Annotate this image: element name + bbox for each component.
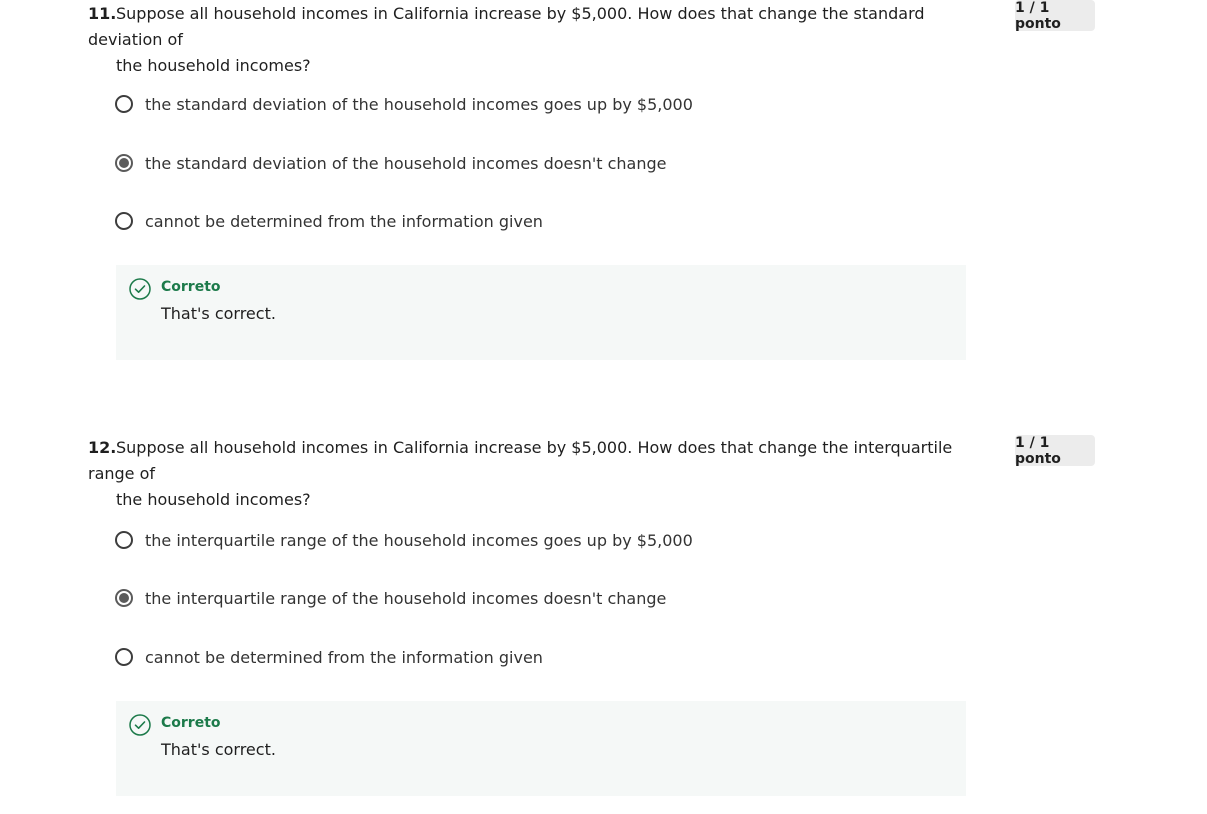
option-radio-2[interactable]: the standard deviation of the household … — [115, 151, 667, 175]
option-radio-1[interactable]: the standard deviation of the household … — [115, 92, 693, 116]
option-label: the standard deviation of the household … — [145, 94, 693, 114]
points-badge: 1 / 1 ponto — [1015, 435, 1095, 467]
option-radio-3[interactable]: cannot be determined from the informatio… — [115, 645, 543, 669]
option-label: cannot be determined from the informatio… — [145, 647, 543, 667]
option-radio-1[interactable]: the interquartile range of the household… — [115, 528, 693, 552]
question-text-line-1: Suppose all household incomes in Califor… — [88, 438, 953, 483]
question-number: 11. — [88, 4, 117, 23]
radio-unselected[interactable] — [115, 95, 133, 113]
points-badge: 1 / 1 ponto — [1015, 0, 1095, 32]
radio-unselected[interactable] — [115, 648, 133, 666]
option-label: cannot be determined from the informatio… — [145, 211, 543, 231]
feedback-title: Correto — [161, 279, 221, 295]
radio-unselected[interactable] — [115, 531, 133, 549]
option-label: the interquartile range of the household… — [145, 530, 693, 550]
option-label: the standard deviation of the household … — [145, 153, 667, 173]
feedback-text: That's correct. — [161, 304, 276, 323]
question-number: 12. — [88, 438, 117, 457]
question-text-line-1: Suppose all household incomes in Califor… — [88, 4, 925, 49]
radio-selected[interactable] — [115, 589, 133, 607]
check-circle-icon — [129, 714, 151, 736]
question-text-line-2: the household incomes? — [116, 56, 311, 75]
question-text-line-2: the household incomes? — [116, 490, 311, 509]
feedback-title: Correto — [161, 715, 221, 731]
check-circle-icon — [129, 278, 151, 300]
option-label: the interquartile range of the household… — [145, 588, 667, 608]
radio-unselected[interactable] — [115, 212, 133, 230]
feedback-box: Correto That's correct. — [116, 265, 966, 360]
question-text: 11.Suppose all household incomes in Cali… — [88, 1, 966, 79]
feedback-box: Correto That's correct. — [116, 701, 966, 796]
option-radio-3[interactable]: cannot be determined from the informatio… — [115, 209, 543, 233]
question-text: 12.Suppose all household incomes in Cali… — [88, 435, 966, 513]
radio-selected[interactable] — [115, 154, 133, 172]
feedback-text: That's correct. — [161, 740, 276, 759]
option-radio-2[interactable]: the interquartile range of the household… — [115, 586, 666, 610]
